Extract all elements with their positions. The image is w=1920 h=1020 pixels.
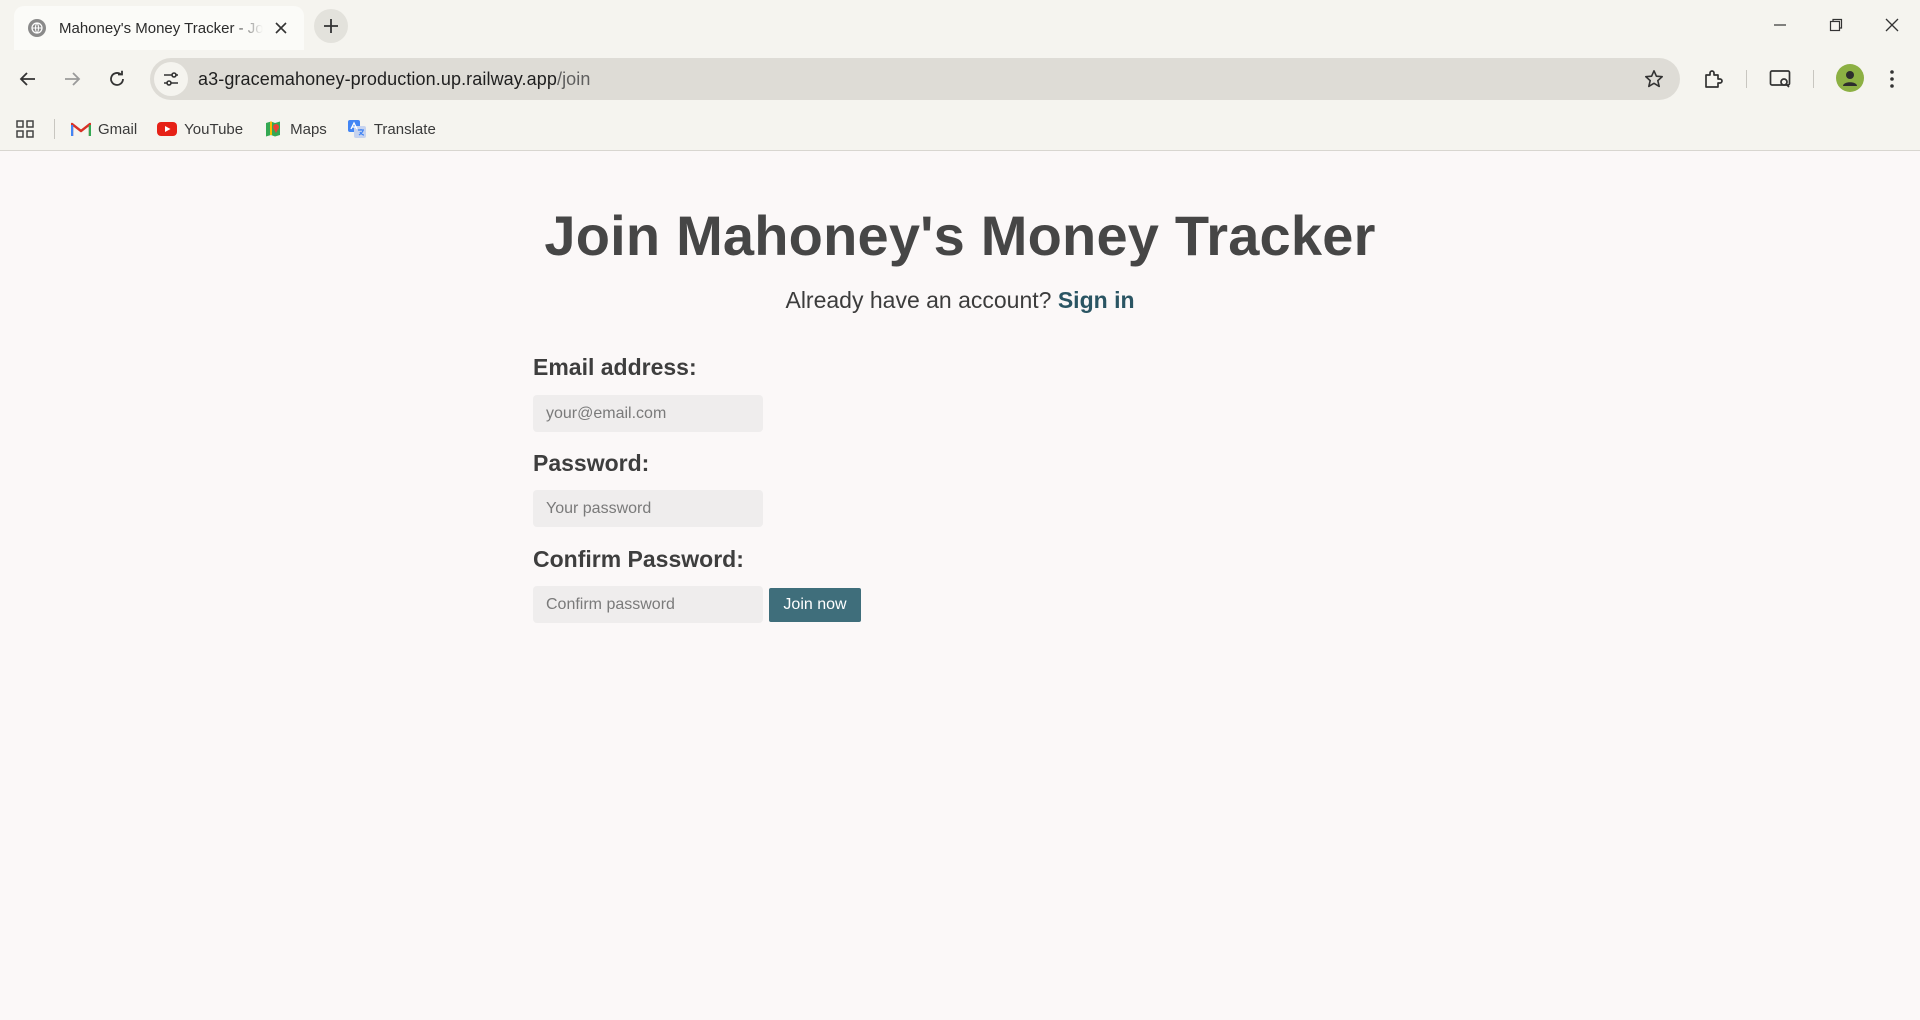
tune-icon	[164, 72, 178, 86]
maps-icon	[263, 121, 283, 137]
arrow-left-icon	[19, 72, 35, 86]
bookmark-maps[interactable]: Maps	[263, 121, 327, 138]
reload-icon	[110, 70, 124, 86]
password-field[interactable]	[533, 490, 763, 527]
apps-grid-icon	[16, 120, 34, 138]
toolbar-divider	[1746, 70, 1747, 88]
translate-icon	[347, 120, 367, 138]
site-info-button[interactable]	[154, 62, 188, 96]
tab-search-icon	[1769, 70, 1791, 88]
media-search-button[interactable]	[1761, 59, 1801, 99]
bookmark-star-button[interactable]	[1642, 67, 1666, 91]
close-icon[interactable]	[271, 17, 292, 39]
confirm-password-field[interactable]	[533, 586, 763, 623]
bookmark-label: Gmail	[98, 120, 138, 138]
bookmarks-divider	[54, 119, 55, 139]
signin-prompt-text: Already have an account?	[785, 287, 1052, 313]
puzzle-icon	[1705, 70, 1723, 88]
bookmark-translate[interactable]: Translate	[347, 120, 436, 138]
bookmark-label: Translate	[373, 120, 436, 138]
close-window-button[interactable]	[1864, 0, 1920, 50]
tab-title: Mahoney's Money Tracker - Join	[59, 19, 263, 37]
bookmark-label: YouTube	[184, 120, 244, 138]
arrow-right-icon	[65, 72, 81, 86]
signin-link[interactable]: Sign in	[1058, 287, 1135, 313]
youtube-icon	[157, 121, 178, 137]
bookmarks-bar: Gmail YouTube Maps Translate	[0, 108, 1920, 150]
back-button[interactable]	[8, 59, 48, 99]
password-label: Password:	[533, 450, 650, 476]
gmail-icon	[71, 121, 91, 137]
url-host: a3-gracemahoney-production.up.railway.ap…	[198, 68, 557, 89]
browser-menu-button[interactable]	[1872, 59, 1912, 99]
star-icon	[1645, 70, 1663, 88]
window-controls	[1752, 0, 1920, 50]
join-now-button[interactable]: Join now	[769, 588, 861, 622]
page-title: Join Mahoney's Money Tracker	[544, 204, 1376, 267]
plus-icon	[324, 19, 338, 33]
new-tab-button[interactable]	[314, 9, 348, 43]
bookmark-label: Maps	[290, 120, 327, 138]
browser-toolbar: a3-gracemahoney-production.up.railway.ap…	[0, 50, 1920, 108]
globe-icon	[28, 19, 46, 37]
toolbar-divider	[1813, 70, 1814, 88]
restore-button[interactable]	[1808, 0, 1864, 50]
page-content: Join Mahoney's Money Tracker Already hav…	[0, 151, 1920, 1020]
minimize-icon	[1774, 24, 1786, 26]
reload-button[interactable]	[97, 59, 137, 99]
url-path: /join	[556, 68, 591, 89]
restore-icon	[1829, 18, 1843, 32]
minimize-button[interactable]	[1752, 0, 1808, 50]
bookmark-youtube[interactable]: YouTube	[157, 121, 243, 138]
signin-prompt: Already have an account? Sign in	[0, 287, 1920, 314]
tab-strip: Mahoney's Money Tracker - Join	[0, 0, 1920, 50]
email-label: Email address:	[533, 354, 697, 380]
close-icon	[1885, 18, 1899, 32]
apps-grid-button[interactable]	[14, 118, 36, 140]
profile-avatar[interactable]	[1836, 64, 1864, 92]
extensions-button[interactable]	[1693, 59, 1733, 99]
bookmark-gmail[interactable]: Gmail	[71, 121, 137, 138]
forward-button[interactable]	[52, 59, 92, 99]
avatar-icon	[1843, 71, 1857, 86]
tab-active[interactable]: Mahoney's Money Tracker - Join	[14, 6, 304, 50]
address-bar[interactable]: a3-gracemahoney-production.up.railway.ap…	[150, 58, 1680, 100]
confirm-password-label: Confirm Password:	[533, 546, 744, 572]
url-text[interactable]: a3-gracemahoney-production.up.railway.ap…	[198, 69, 591, 90]
email-field[interactable]	[533, 395, 763, 432]
browser-chrome: Mahoney's Money Tracker - Join a3-gracem…	[0, 0, 1920, 151]
more-vertical-icon	[1890, 70, 1894, 88]
